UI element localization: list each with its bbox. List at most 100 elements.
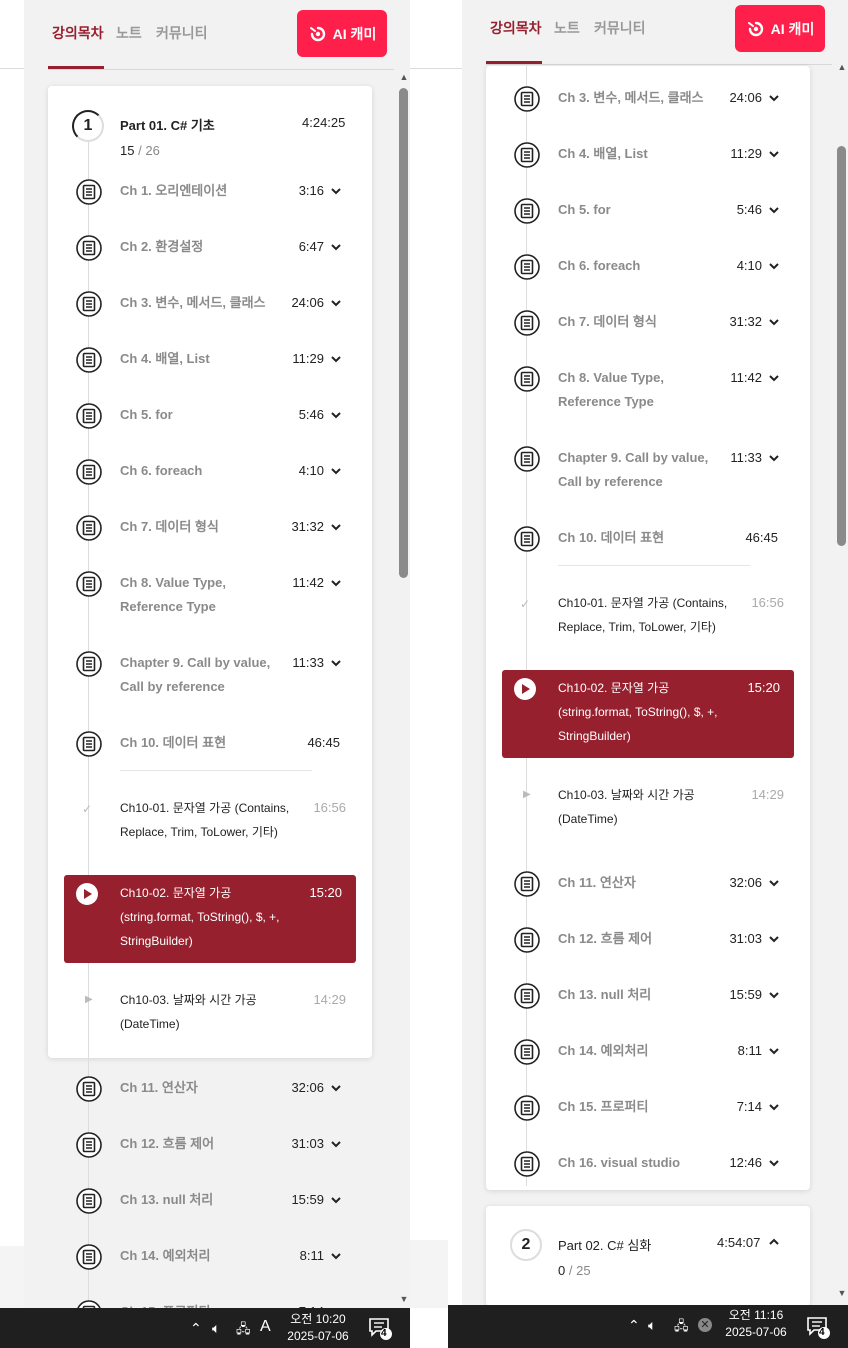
volume-icon[interactable]: 🔈︎ (648, 1317, 656, 1334)
tab-curriculum[interactable]: 강의목차 (52, 23, 104, 43)
chapter-title[interactable]: Ch 13. null 처리 (120, 1188, 300, 1212)
chapter-title[interactable]: Ch 10. 데이터 표현 (558, 526, 738, 550)
chapter-title[interactable]: Ch 11. 연산자 (120, 1076, 300, 1100)
chevron-up-icon[interactable] (768, 1236, 780, 1248)
ime-indicator[interactable]: A (260, 1318, 271, 1336)
lesson-title[interactable]: Ch10-03. 날짜와 시간 가공 (DateTime) (558, 783, 728, 831)
chevron-down-icon[interactable] (330, 185, 342, 197)
system-clock[interactable]: 오전 11:16 2025-07-06 (720, 1307, 792, 1341)
chevron-down-icon[interactable] (768, 1157, 780, 1169)
ai-cami-button[interactable]: AI 캐미 (735, 5, 825, 52)
tab-curriculum[interactable]: 강의목차 (490, 18, 542, 38)
network-icon[interactable]: 🖧︎ (674, 1317, 689, 1339)
chapter-title[interactable]: Ch 10. 데이터 표현 (120, 731, 300, 755)
chapter-title[interactable]: Ch 2. 환경설정 (120, 235, 300, 259)
part-2-title[interactable]: Part 02. C# 심화 (558, 1235, 651, 1254)
chevron-down-icon[interactable] (330, 241, 342, 253)
chevron-down-icon[interactable] (330, 1250, 342, 1262)
lesson-title[interactable]: Ch10-02. 문자열 가공 (string.format, ToString… (558, 676, 728, 748)
chevron-down-icon[interactable] (330, 409, 342, 421)
chevron-down-icon[interactable] (330, 577, 342, 589)
chevron-down-icon[interactable] (768, 372, 780, 384)
chapter-title[interactable]: Ch 8. Value Type, Reference Type (558, 366, 728, 414)
chapter-title[interactable]: Ch 8. Value Type, Reference Type (120, 571, 290, 619)
chapter-title[interactable]: Ch 3. 변수, 메서드, 클래스 (558, 86, 738, 110)
chapter-title[interactable]: Ch 13. null 처리 (558, 983, 738, 1007)
system-clock[interactable]: 오전 10:20 2025-07-06 (282, 1311, 354, 1345)
tab-community[interactable]: 커뮤니티 (156, 23, 208, 43)
chevron-down-icon[interactable] (768, 452, 780, 464)
scrollbar-thumb[interactable] (399, 88, 408, 578)
lecture-doc-icon (514, 310, 540, 336)
part-title[interactable]: Part 01. C# 기초 (120, 115, 215, 134)
chevron-down-icon[interactable] (330, 1138, 342, 1150)
lesson-title[interactable]: Ch10-03. 날짜와 시간 가공 (DateTime) (120, 988, 290, 1036)
play-icon[interactable] (76, 883, 98, 905)
chapter-title[interactable]: Ch 1. 오리엔테이션 (120, 179, 300, 203)
tab-notes[interactable]: 노트 (116, 23, 142, 43)
chapter-title[interactable]: Ch 7. 데이터 형식 (558, 310, 738, 334)
current-lesson-row[interactable]: Ch10-02. 문자열 가공 (string.format, ToString… (64, 875, 356, 963)
chapter-title[interactable]: Ch 15. 프로퍼티 (558, 1095, 738, 1119)
chevron-down-icon[interactable] (768, 204, 780, 216)
current-lesson-row[interactable]: Ch10-02. 문자열 가공 (string.format, ToString… (502, 670, 794, 758)
scroll-up-arrow[interactable]: ▲ (837, 62, 847, 72)
chevron-down-icon[interactable] (768, 877, 780, 889)
chapter-title[interactable]: Ch 14. 예외처리 (120, 1244, 300, 1268)
chapter-title[interactable]: Ch 12. 흐름 제어 (558, 927, 738, 951)
ai-cami-button[interactable]: AI 캐미 (297, 10, 387, 57)
chapter-title[interactable]: Ch 14. 예외처리 (558, 1039, 738, 1063)
chapter-title[interactable]: Ch 12. 흐름 제어 (120, 1132, 300, 1156)
ai-button-label: AI 캐미 (332, 25, 377, 42)
lesson-title[interactable]: Ch10-01. 문자열 가공 (Contains, Replace, Trim… (558, 591, 728, 639)
chevron-down-icon[interactable] (768, 933, 780, 945)
page-fragment (410, 1240, 448, 1308)
chevron-down-icon[interactable] (330, 1194, 342, 1206)
network-icon[interactable]: 🖧︎ (236, 1320, 251, 1342)
chapter-title[interactable]: Ch 7. 데이터 형식 (120, 515, 300, 539)
tab-community[interactable]: 커뮤니티 (594, 18, 646, 38)
close-circle-icon[interactable]: ✕ (698, 1318, 712, 1332)
chapter-title[interactable]: Chapter 9. Call by value, Call by refere… (120, 651, 290, 699)
chapter-title[interactable]: Ch 3. 변수, 메서드, 클래스 (120, 291, 300, 315)
chapter-title[interactable]: Ch 6. foreach (558, 254, 738, 278)
chevron-down-icon[interactable] (330, 465, 342, 477)
notification-icon[interactable] (806, 1315, 830, 1339)
tray-overflow-icon[interactable]: ⌃ (190, 1320, 202, 1337)
chevron-down-icon[interactable] (768, 316, 780, 328)
chevron-down-icon[interactable] (768, 92, 780, 104)
chapter-title[interactable]: Ch 6. foreach (120, 459, 300, 483)
volume-icon[interactable]: 🔈︎ (212, 1320, 220, 1337)
chapter-title[interactable]: Ch 5. for (120, 403, 300, 427)
tab-notes[interactable]: 노트 (554, 18, 580, 38)
lecture-doc-icon (76, 179, 102, 205)
chevron-down-icon[interactable] (768, 260, 780, 272)
chevron-down-icon[interactable] (768, 148, 780, 160)
chapter-title[interactable]: Ch 4. 배열, List (120, 347, 300, 371)
scrollbar-thumb[interactable] (837, 146, 846, 546)
notification-icon[interactable] (368, 1316, 392, 1340)
tray-overflow-icon[interactable]: ⌃ (628, 1317, 640, 1334)
chapter-title[interactable]: Chapter 9. Call by value, Call by refere… (558, 446, 728, 494)
play-icon[interactable] (514, 678, 536, 700)
page-divider (410, 68, 462, 69)
chevron-down-icon[interactable] (330, 297, 342, 309)
chapter-title[interactable]: Ch 5. for (558, 198, 738, 222)
chevron-down-icon[interactable] (330, 521, 342, 533)
lecture-doc-icon (76, 1244, 102, 1270)
chevron-down-icon[interactable] (768, 1101, 780, 1113)
scroll-up-arrow[interactable]: ▲ (399, 72, 409, 82)
chevron-down-icon[interactable] (330, 353, 342, 365)
lecture-doc-icon (514, 983, 540, 1009)
chapter-title[interactable]: Ch 4. 배열, List (558, 142, 738, 166)
lesson-title[interactable]: Ch10-02. 문자열 가공 (string.format, ToString… (120, 881, 290, 953)
chevron-down-icon[interactable] (768, 1045, 780, 1057)
chapter-title[interactable]: Ch 11. 연산자 (558, 871, 738, 895)
scroll-down-arrow[interactable]: ▼ (837, 1288, 847, 1298)
lesson-title[interactable]: Ch10-01. 문자열 가공 (Contains, Replace, Trim… (120, 796, 290, 844)
chevron-down-icon[interactable] (330, 1082, 342, 1094)
chevron-down-icon[interactable] (330, 657, 342, 669)
scroll-down-arrow[interactable]: ▼ (399, 1294, 409, 1304)
chevron-down-icon[interactable] (768, 989, 780, 1001)
chapter-title[interactable]: Ch 16. visual studio (558, 1151, 738, 1175)
